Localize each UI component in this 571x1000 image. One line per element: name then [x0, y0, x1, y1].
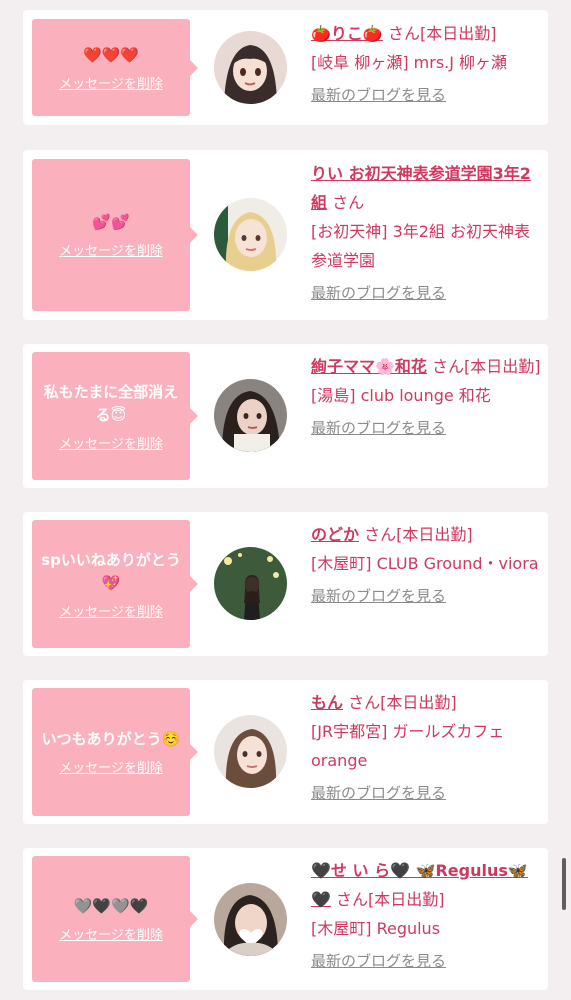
- avatar[interactable]: [214, 198, 287, 271]
- latest-blog-link[interactable]: 最新のブログを見る: [311, 582, 446, 611]
- member-status: さん[本日出勤]: [348, 693, 457, 712]
- member-status: さん[本日出勤]: [336, 890, 445, 909]
- member-info: 🖤せ い ら🖤 🦋Regulus🦋🖤 さん[本日出勤] [木屋町] Regulu…: [311, 856, 541, 976]
- member-status: さん[本日出勤]: [432, 357, 541, 376]
- member-info: 🍅りこ🍅 さん[本日出勤] [岐阜 柳ヶ瀬] mrs.J 柳ヶ瀬 最新のブログを…: [311, 19, 541, 110]
- message-card: 💕💕 メッセージを削除 りい お初天神表参道学園3年2組 さん [お初天神] 3…: [23, 150, 548, 320]
- shop-info: [湯島] club lounge 和花: [311, 386, 491, 405]
- member-info: りい お初天神表参道学園3年2組 さん [お初天神] 3年2組 お初天神表参道学…: [311, 159, 541, 308]
- delete-message-link[interactable]: メッセージを削除: [59, 757, 163, 776]
- message-card: 私もたまに全部消える😇 メッセージを削除 絢子ママ🌸和花 さん[本日出勤] [湯…: [23, 344, 548, 488]
- avatar[interactable]: [214, 31, 287, 104]
- latest-blog-link[interactable]: 最新のブログを見る: [311, 81, 446, 110]
- message-bubble: 🩶🖤🩶🖤 メッセージを削除: [32, 856, 198, 982]
- message-text: いつもありがとう☺️: [41, 730, 181, 748]
- shop-info: [岐阜 柳ヶ瀬] mrs.J 柳ヶ瀬: [311, 53, 508, 72]
- message-bubble: 💕💕 メッセージを削除: [32, 159, 198, 311]
- message-bubble: 私もたまに全部消える😇 メッセージを削除: [32, 352, 198, 480]
- message-text: ❤️❤️❤️: [82, 45, 140, 64]
- message-text: 💕💕: [92, 213, 130, 231]
- member-name-link[interactable]: 🍅りこ🍅: [311, 24, 383, 43]
- avatar[interactable]: [214, 379, 287, 452]
- latest-blog-link[interactable]: 最新のブログを見る: [311, 279, 446, 308]
- delete-message-link[interactable]: メッセージを削除: [59, 601, 163, 620]
- shop-info: [お初天神] 3年2組 お初天神表参道学園: [311, 222, 531, 270]
- member-name-link[interactable]: もん: [311, 693, 343, 712]
- message-text: 🩶🖤🩶🖤: [73, 897, 149, 915]
- shop-info: [木屋町] CLUB Ground・viora: [311, 554, 539, 573]
- latest-blog-link[interactable]: 最新のブログを見る: [311, 414, 446, 443]
- delete-message-link[interactable]: メッセージを削除: [59, 433, 163, 452]
- message-bubble: ❤️❤️❤️ メッセージを削除: [32, 19, 198, 116]
- member-info: もん さん[本日出勤] [JR宇都宮] ガールズカフェ orange 最新のブロ…: [311, 688, 541, 808]
- avatar[interactable]: [214, 715, 287, 788]
- scrollbar[interactable]: [562, 858, 566, 910]
- member-info: のどか さん[本日出勤] [木屋町] CLUB Ground・viora 最新の…: [311, 520, 541, 611]
- member-name-link[interactable]: のどか: [311, 525, 359, 544]
- message-list: ❤️❤️❤️ メッセージを削除 🍅りこ🍅 さん[本日出勤] [岐阜 柳ヶ瀬] m…: [0, 0, 571, 1000]
- shop-info: [木屋町] Regulus: [311, 919, 441, 938]
- avatar[interactable]: [214, 883, 287, 956]
- message-bubble: spいいねありがとう💖 メッセージを削除: [32, 520, 198, 648]
- message-bubble: いつもありがとう☺️ メッセージを削除: [32, 688, 198, 816]
- member-status: さん: [332, 193, 365, 212]
- member-info: 絢子ママ🌸和花 さん[本日出勤] [湯島] club lounge 和花 最新の…: [311, 352, 541, 443]
- message-card: ❤️❤️❤️ メッセージを削除 🍅りこ🍅 さん[本日出勤] [岐阜 柳ヶ瀬] m…: [23, 10, 548, 125]
- member-status: さん[本日出勤]: [364, 525, 473, 544]
- message-card: spいいねありがとう💖 メッセージを削除 のどか さん[本日出勤] [木屋町] …: [23, 512, 548, 656]
- latest-blog-link[interactable]: 最新のブログを見る: [311, 779, 446, 808]
- message-text: spいいねありがとう💖: [41, 550, 181, 592]
- message-card: 🩶🖤🩶🖤 メッセージを削除 🖤せ い ら🖤 🦋Regulus🦋🖤 さん[本日出勤…: [23, 848, 548, 990]
- latest-blog-link[interactable]: 最新のブログを見る: [311, 947, 446, 976]
- delete-message-link[interactable]: メッセージを削除: [59, 73, 163, 92]
- avatar[interactable]: [214, 547, 287, 620]
- shop-info: [JR宇都宮] ガールズカフェ orange: [311, 722, 505, 770]
- message-card: いつもありがとう☺️ メッセージを削除 もん さん[本日出勤] [JR宇都宮] …: [23, 680, 548, 824]
- message-text: 私もたまに全部消える😇: [43, 382, 179, 424]
- delete-message-link[interactable]: メッセージを削除: [59, 924, 163, 943]
- member-name-link[interactable]: 絢子ママ🌸和花: [311, 357, 427, 376]
- member-status: さん[本日出勤]: [387, 24, 497, 43]
- delete-message-link[interactable]: メッセージを削除: [59, 240, 163, 259]
